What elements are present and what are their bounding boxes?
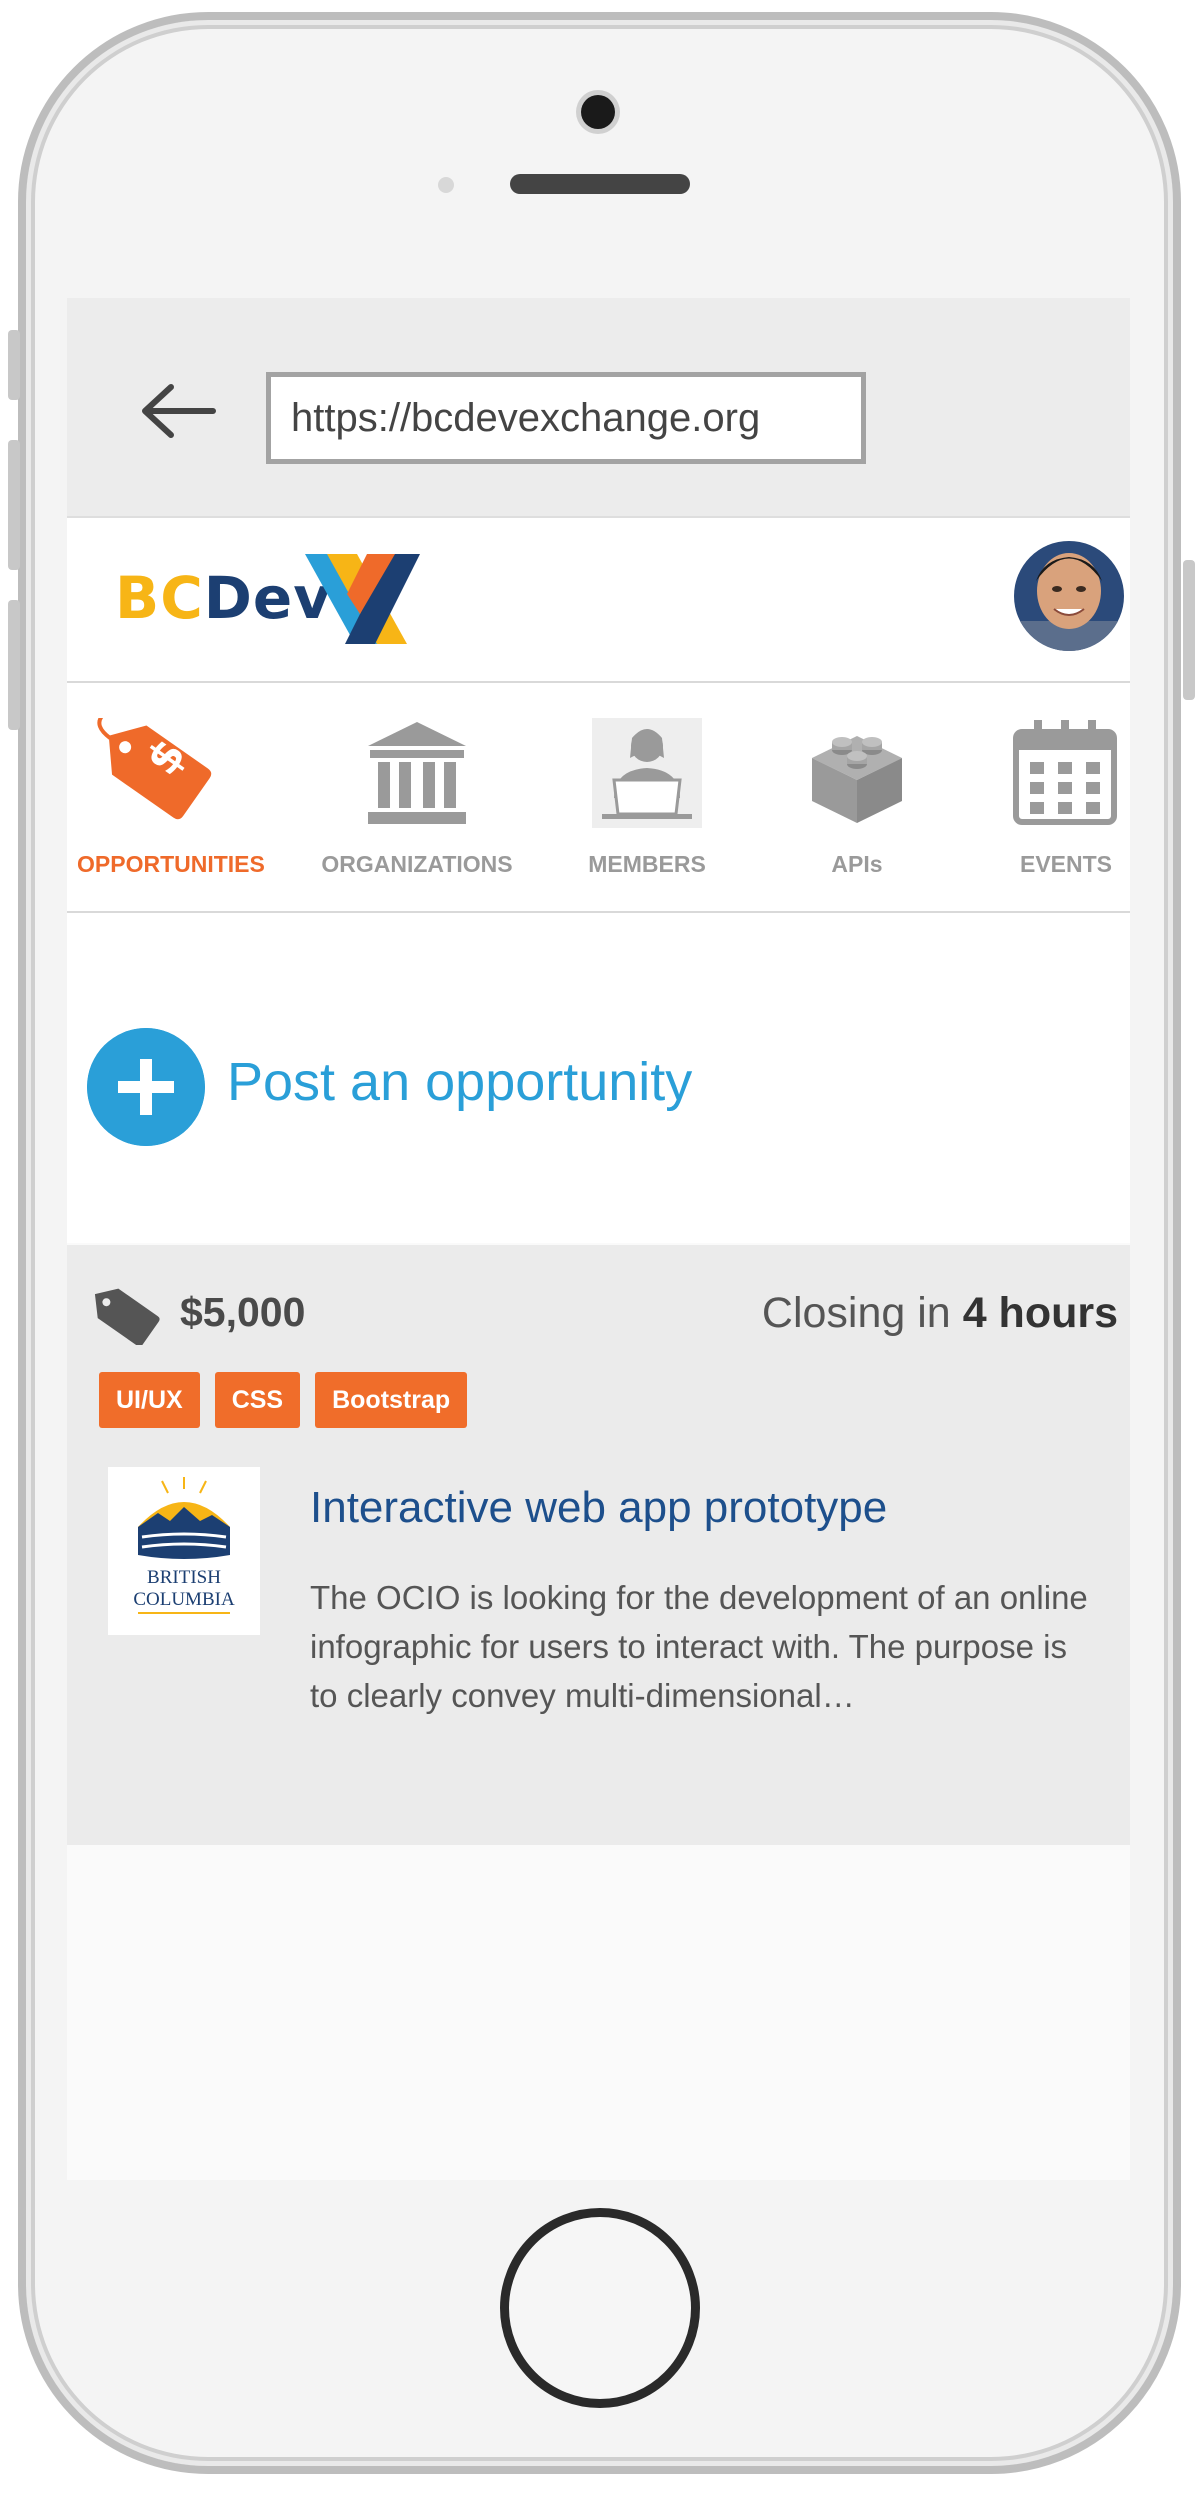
plus-icon[interactable]: [87, 1028, 205, 1146]
nav-apis[interactable]: APIs: [797, 683, 917, 911]
mute-switch: [8, 330, 20, 400]
nav-opportunities[interactable]: $ OPPORTUNITIES: [77, 683, 265, 911]
proximity-sensor: [438, 177, 454, 193]
opportunity-price: $5,000: [180, 1289, 306, 1335]
british-columbia-logo: BRITISH COLUMBIA: [108, 1467, 260, 1635]
svg-text:BRITISH: BRITISH: [147, 1567, 221, 1588]
opportunity-description: The OCIO is looking for the development …: [310, 1579, 1088, 1714]
main-nav: $ OPPORTUNITIES ORGANIZATIONS MEMBERS AP…: [67, 683, 1130, 913]
tag-badge[interactable]: Bootstrap: [315, 1372, 468, 1428]
building-icon: [368, 722, 466, 824]
tag-badge[interactable]: CSS: [214, 1372, 301, 1428]
lego-block-icon: [812, 736, 902, 823]
site-header: BCDev: [67, 518, 1130, 683]
nav-label: MEMBERS: [588, 851, 706, 877]
home-button[interactable]: [500, 2208, 700, 2408]
url-field[interactable]: https://bcdevexchange.org: [266, 372, 866, 464]
browser-bar: https://bcdevexchange.org: [67, 298, 1130, 518]
phone-screen: https://bcdevexchange.org BCDev $ OPPORT…: [67, 298, 1130, 2180]
earpiece-speaker: [510, 174, 690, 194]
nav-organizations[interactable]: ORGANIZATIONS: [312, 683, 522, 911]
nav-events[interactable]: EVENTS: [1002, 683, 1130, 911]
post-opportunity-link[interactable]: Post an opportunity: [227, 1051, 692, 1113]
closing-time: Closing in 4 hours: [761, 1289, 1118, 1337]
bcdevx-logo[interactable]: BCDev: [115, 554, 435, 644]
calendar-icon: [1013, 720, 1117, 825]
nav-label: OPPORTUNITIES: [77, 851, 265, 877]
price-tag-icon: $: [97, 718, 212, 820]
opportunity-title[interactable]: Interactive web app prototype: [310, 1483, 887, 1533]
skill-tags: UI/UX CSS Bootstrap: [99, 1372, 468, 1428]
person-laptop-icon: [592, 718, 702, 828]
tag-badge[interactable]: UI/UX: [99, 1372, 200, 1428]
opportunity-card[interactable]: $5,000 Closing in 4 hours UI/UX CSS Boot…: [67, 1245, 1130, 1845]
nav-label: ORGANIZATIONS: [321, 851, 513, 877]
svg-text:COLUMBIA: COLUMBIA: [133, 1589, 235, 1610]
power-button: [1183, 560, 1195, 700]
back-arrow-icon[interactable]: [137, 381, 217, 441]
nav-label: EVENTS: [1019, 851, 1113, 877]
volume-up-button: [8, 440, 20, 570]
volume-down-button: [8, 600, 20, 730]
nav-label: APIs: [831, 851, 883, 877]
front-camera: [581, 95, 615, 129]
price-tag-icon: [94, 1288, 160, 1345]
user-avatar[interactable]: [1014, 541, 1124, 651]
logo-wordmark: BCDev: [115, 564, 333, 632]
post-opportunity-section: Post an opportunity: [67, 913, 1130, 1243]
nav-members[interactable]: MEMBERS: [577, 683, 717, 911]
logo-x-mark: [305, 554, 420, 644]
